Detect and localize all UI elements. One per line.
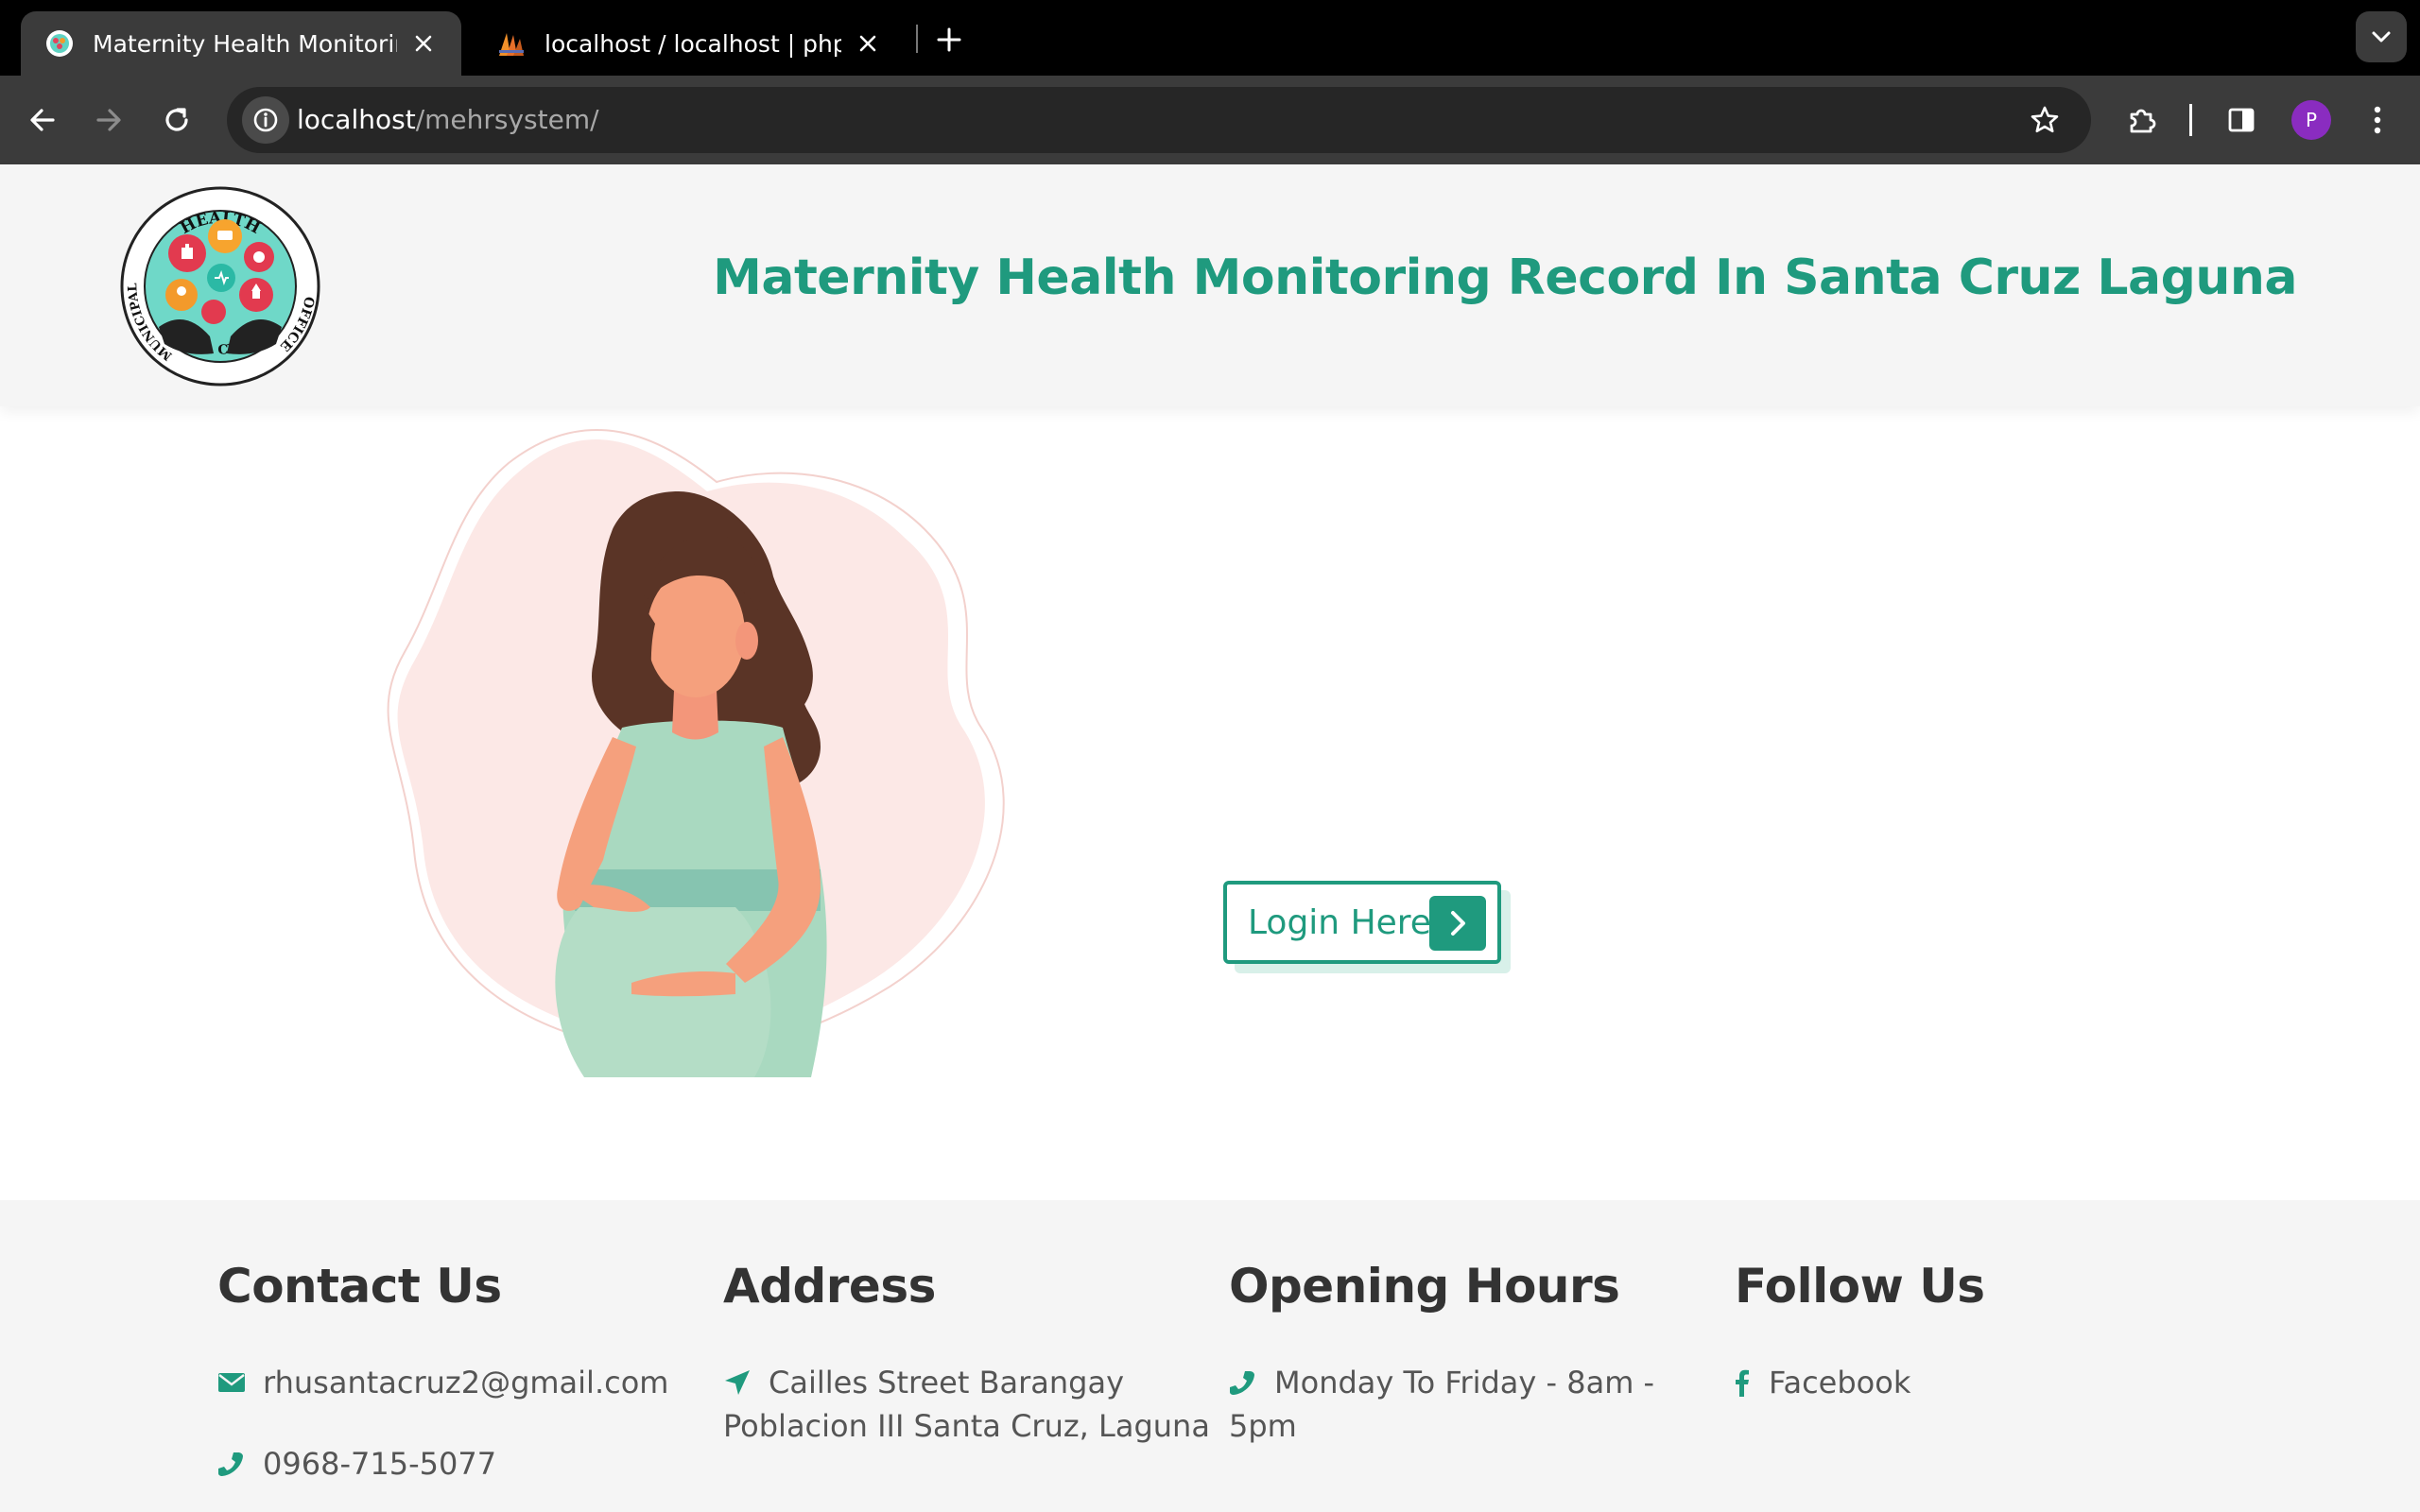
- footer-heading-follow: Follow Us: [1735, 1259, 1985, 1314]
- browser-chrome: Maternity Health Monitoring Record In Sa…: [0, 0, 2420, 164]
- site-footer: Contact Us rhusantacruz2@gmail.com 0968-…: [0, 1200, 2420, 1512]
- phpmyadmin-icon: [499, 33, 524, 56]
- chevron-right-icon: [1429, 896, 1486, 951]
- hours-text-block: Monday To Friday - 8am - 5pm: [1229, 1361, 1720, 1448]
- hours-text: Monday To Friday - 8am - 5pm: [1229, 1365, 1655, 1444]
- url-host: localhost: [297, 104, 416, 135]
- more-vertical-icon: [2374, 106, 2381, 134]
- tab-maternity[interactable]: Maternity Health Monitoring Record In Sa…: [21, 11, 461, 76]
- contact-email[interactable]: rhusantacruz2@gmail.com: [217, 1361, 709, 1404]
- seal-icon: [46, 30, 73, 57]
- address-bar[interactable]: localhost/mehrsystem/: [227, 87, 2091, 153]
- web-page: HEALTH MUNICIPAL OFFICE STA. CRUZ: [0, 164, 2420, 1512]
- contact-phone-text: 0968-715-5077: [263, 1446, 497, 1482]
- tab-title: Maternity Health Monitoring Record In Sa…: [93, 29, 397, 58]
- info-icon: [253, 108, 278, 132]
- new-tab-button[interactable]: [928, 19, 970, 60]
- footer-heading-address: Address: [723, 1259, 936, 1314]
- tab-separator: [916, 25, 918, 53]
- footer-address: Address Cailles Street Barangay Poblacio…: [723, 1259, 1215, 1486]
- url-path: /mehrsystem/: [415, 104, 599, 135]
- login-button[interactable]: Login Here: [1223, 881, 1501, 964]
- bookmark-button[interactable]: [2021, 96, 2068, 144]
- footer-follow: Follow Us Facebook: [1735, 1259, 2226, 1442]
- side-panel-button[interactable]: [2218, 96, 2265, 144]
- profile-avatar[interactable]: P: [2291, 100, 2331, 140]
- side-panel-icon: [2228, 108, 2255, 132]
- close-tab-icon[interactable]: [851, 26, 885, 60]
- close-tab-icon[interactable]: [406, 26, 441, 60]
- footer-hours: Opening Hours Monday To Friday - 8am - 5…: [1229, 1259, 1720, 1486]
- phone-icon: [1229, 1361, 1274, 1404]
- tab-phpmyadmin[interactable]: localhost / localhost | phpMyAdmin: [473, 11, 906, 76]
- reload-icon: [165, 108, 188, 131]
- contact-phone[interactable]: 0968-715-5077: [217, 1442, 709, 1486]
- phone-icon: [217, 1442, 263, 1486]
- url-text: localhost/mehrsystem/: [297, 87, 599, 153]
- extensions-button[interactable]: [2118, 96, 2165, 144]
- envelope-icon: [217, 1361, 263, 1404]
- footer-heading-contact: Contact Us: [217, 1259, 502, 1314]
- reload-button[interactable]: [153, 96, 200, 144]
- menu-button[interactable]: [2354, 96, 2401, 144]
- arrow-right-icon: [96, 109, 121, 131]
- page-title: Maternity Health Monitoring Record In Sa…: [713, 249, 2297, 306]
- site-info-button[interactable]: [242, 96, 289, 144]
- puzzle-icon: [2130, 109, 2156, 133]
- chevron-down-icon: [2372, 31, 2391, 43]
- star-icon: [2031, 106, 2059, 133]
- plus-icon: [937, 27, 961, 52]
- location-arrow-icon: [723, 1361, 769, 1404]
- contact-email-text: rhusantacruz2@gmail.com: [263, 1365, 669, 1400]
- login-button-label: Login Here: [1248, 902, 1431, 942]
- browser-toolbar: localhost/mehrsystem/ P: [0, 76, 2420, 164]
- site-header: HEALTH MUNICIPAL OFFICE STA. CRUZ: [0, 164, 2420, 406]
- hero-section: Login Here: [0, 406, 2420, 1200]
- tab-title: localhost / localhost | phpMyAdmin: [544, 29, 841, 58]
- pregnant-woman-illustration: [387, 429, 1005, 1077]
- facebook-icon: [1735, 1361, 1769, 1404]
- address-text-block: Cailles Street Barangay Poblacion III Sa…: [723, 1361, 1215, 1448]
- facebook-link[interactable]: Facebook: [1735, 1361, 2226, 1404]
- address-text: Cailles Street Barangay Poblacion III Sa…: [723, 1365, 1210, 1444]
- back-button[interactable]: [19, 96, 66, 144]
- tab-strip: Maternity Health Monitoring Record In Sa…: [0, 0, 2420, 76]
- footer-heading-hours: Opening Hours: [1229, 1259, 1620, 1314]
- toolbar-divider: [2189, 104, 2192, 136]
- facebook-link-text: Facebook: [1769, 1365, 1911, 1400]
- footer-contact: Contact Us rhusantacruz2@gmail.com 0968-…: [217, 1259, 709, 1512]
- arrow-left-icon: [30, 109, 55, 131]
- tab-search-button[interactable]: [2356, 11, 2407, 62]
- forward-button[interactable]: [85, 96, 132, 144]
